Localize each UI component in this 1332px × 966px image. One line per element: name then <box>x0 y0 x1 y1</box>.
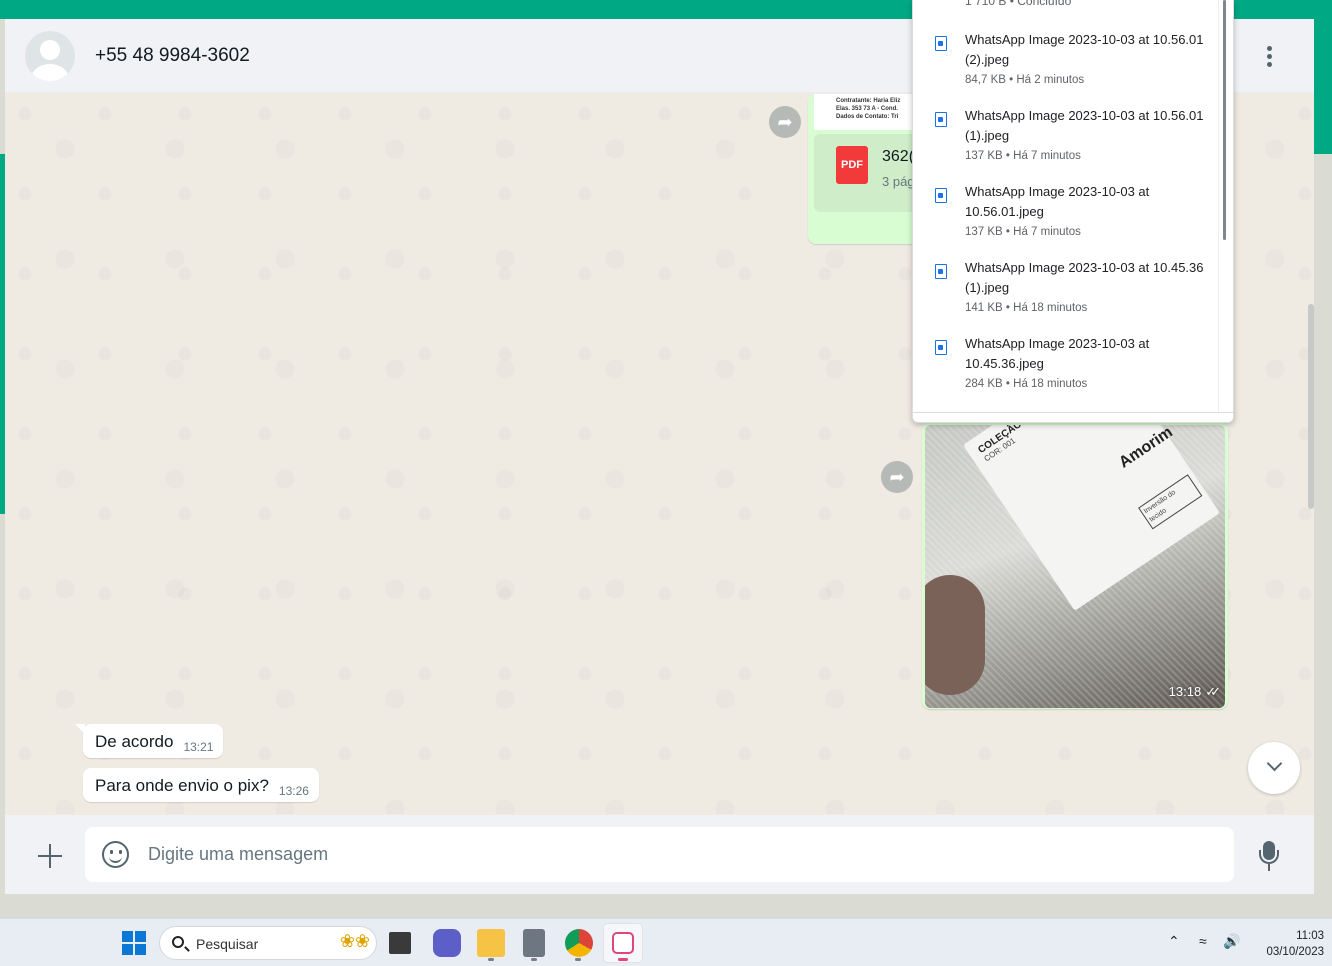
clock-date: 03/10/2023 <box>1266 946 1324 958</box>
message-time: 13:18 ✓✓ <box>1168 684 1221 700</box>
pdf-file-name: 362( <box>882 148 915 165</box>
pdf-icon: PDF <box>836 146 868 184</box>
mic-icon[interactable] <box>1258 841 1280 873</box>
running-indicator <box>575 958 581 961</box>
download-item[interactable]: WhatsApp Image 2023-10-03 at 10.56.01 (1… <box>913 106 1218 182</box>
download-file-name[interactable]: WhatsApp Image 2023-10-03 at 10.45.36 (1… <box>965 258 1205 298</box>
emoji-icon[interactable] <box>102 841 129 868</box>
downloads-panel: 1 710 B • Concluído WhatsApp Image 2023-… <box>912 0 1234 423</box>
snipping-tool-icon[interactable] <box>612 932 634 954</box>
downloads-footer <box>913 412 1233 422</box>
forward-icon[interactable]: ➦ <box>881 461 913 493</box>
file-image-icon <box>935 340 947 355</box>
taskbar: Pesquisar ❀❀ ⌃ ≈ 🔊 11:03 03/10/2023 <box>0 918 1332 966</box>
task-view-icon[interactable] <box>389 932 411 954</box>
wifi-icon[interactable]: ≈ <box>1199 933 1207 949</box>
download-meta: 137 KB • Há 7 minutos <box>965 226 1081 238</box>
download-item[interactable]: WhatsApp Image 2023-10-03 at 10.45.36.jp… <box>913 334 1218 410</box>
teams-chat-icon[interactable] <box>433 929 461 957</box>
chevron-down-icon <box>1266 755 1282 772</box>
active-indicator <box>618 958 628 961</box>
download-item[interactable]: WhatsApp Image 2023-10-03 at 10.56.01 (2… <box>913 30 1218 106</box>
window-edge-accent <box>1314 19 1332 154</box>
download-file-name[interactable]: WhatsApp Image 2023-10-03 at 10.56.01 (1… <box>965 106 1205 146</box>
chat-scrollbar[interactable] <box>1308 304 1314 509</box>
file-image-icon <box>935 112 947 127</box>
chevron-up-icon[interactable]: ⌃ <box>1168 933 1180 950</box>
download-meta: 84,7 KB • Há 2 minutos <box>965 74 1085 86</box>
running-indicator <box>488 958 494 961</box>
taskbar-search-label: Pesquisar <box>196 936 259 952</box>
download-file-name[interactable]: WhatsApp Image 2023-10-03 at 10.56.01.jp… <box>965 182 1205 222</box>
menu-dots-icon[interactable] <box>1259 44 1279 70</box>
download-file-name[interactable]: WhatsApp Image 2023-10-03 at 10.56.01 (2… <box>965 30 1205 70</box>
scroll-to-bottom-button[interactable] <box>1248 742 1300 794</box>
file-image-icon <box>935 264 947 279</box>
download-meta: 141 KB • Há 18 minutos <box>965 302 1088 314</box>
download-meta: 137 KB • Há 7 minutos <box>965 150 1081 162</box>
incoming-message[interactable]: De acordo 13:21 <box>75 724 224 758</box>
outgoing-image-message[interactable]: COLEÇÃO SCREEN 1% COR: 001 Amorim Invers… <box>922 422 1228 709</box>
pdf-page-count: 3 pág <box>882 174 915 189</box>
read-ticks-icon: ✓✓ <box>1205 684 1221 699</box>
incoming-message[interactable]: Para onde envio o pix? 13:26 <box>83 768 319 802</box>
downloads-scrollbar[interactable] <box>1223 0 1226 240</box>
search-highlight-icon: ❀❀ <box>339 931 370 951</box>
contact-avatar[interactable] <box>25 31 75 81</box>
message-text: De acordo <box>95 732 174 751</box>
download-status: 1 710 B • Concluído <box>965 0 1072 8</box>
taskbar-clock[interactable]: 11:03 03/10/2023 <box>1252 928 1324 960</box>
forward-icon[interactable]: ➦ <box>769 106 801 138</box>
running-indicator <box>531 958 537 961</box>
message-time: 13:21 <box>183 740 214 754</box>
chrome-icon[interactable] <box>565 929 593 957</box>
message-time-text: 13:18 <box>1168 684 1202 699</box>
message-input[interactable] <box>148 827 1208 882</box>
avatar-head <box>40 40 60 60</box>
label-box: Inversão do tecido <box>1138 474 1203 530</box>
message-text: Para onde envio o pix? <box>95 776 269 795</box>
message-time: 13:26 <box>278 784 309 798</box>
message-composer <box>5 815 1314 894</box>
windows-start-icon[interactable] <box>122 931 146 955</box>
taskbar-search[interactable]: Pesquisar ❀❀ <box>159 926 377 960</box>
file-image-icon <box>935 188 947 203</box>
contact-name[interactable]: +55 48 9984-3602 <box>95 45 250 67</box>
label-brand: Amorim <box>1116 425 1176 472</box>
downloads-scroll-track[interactable] <box>1218 0 1233 412</box>
plus-icon[interactable] <box>38 844 62 868</box>
bubble-tail <box>75 724 85 734</box>
finger <box>925 575 985 695</box>
download-item[interactable]: WhatsApp Image 2023-10-03 at 10.56.01.jp… <box>913 182 1218 258</box>
download-item[interactable]: WhatsApp Image 2023-10-03 at 10.45.36 (1… <box>913 258 1218 334</box>
file-image-icon <box>935 36 947 51</box>
message-input-box <box>85 827 1234 882</box>
clock-time: 11:03 <box>1296 930 1324 942</box>
calculator-icon[interactable] <box>523 929 545 957</box>
avatar-body <box>31 64 69 81</box>
download-meta: 284 KB • Há 18 minutos <box>965 378 1088 390</box>
file-explorer-icon[interactable] <box>477 929 505 957</box>
search-icon <box>172 936 184 948</box>
fabric-photo[interactable]: COLEÇÃO SCREEN 1% COR: 001 Amorim Invers… <box>925 425 1225 708</box>
download-file-name[interactable]: WhatsApp Image 2023-10-03 at 10.45.36.jp… <box>965 334 1205 374</box>
volume-icon[interactable]: 🔊 <box>1223 933 1240 950</box>
